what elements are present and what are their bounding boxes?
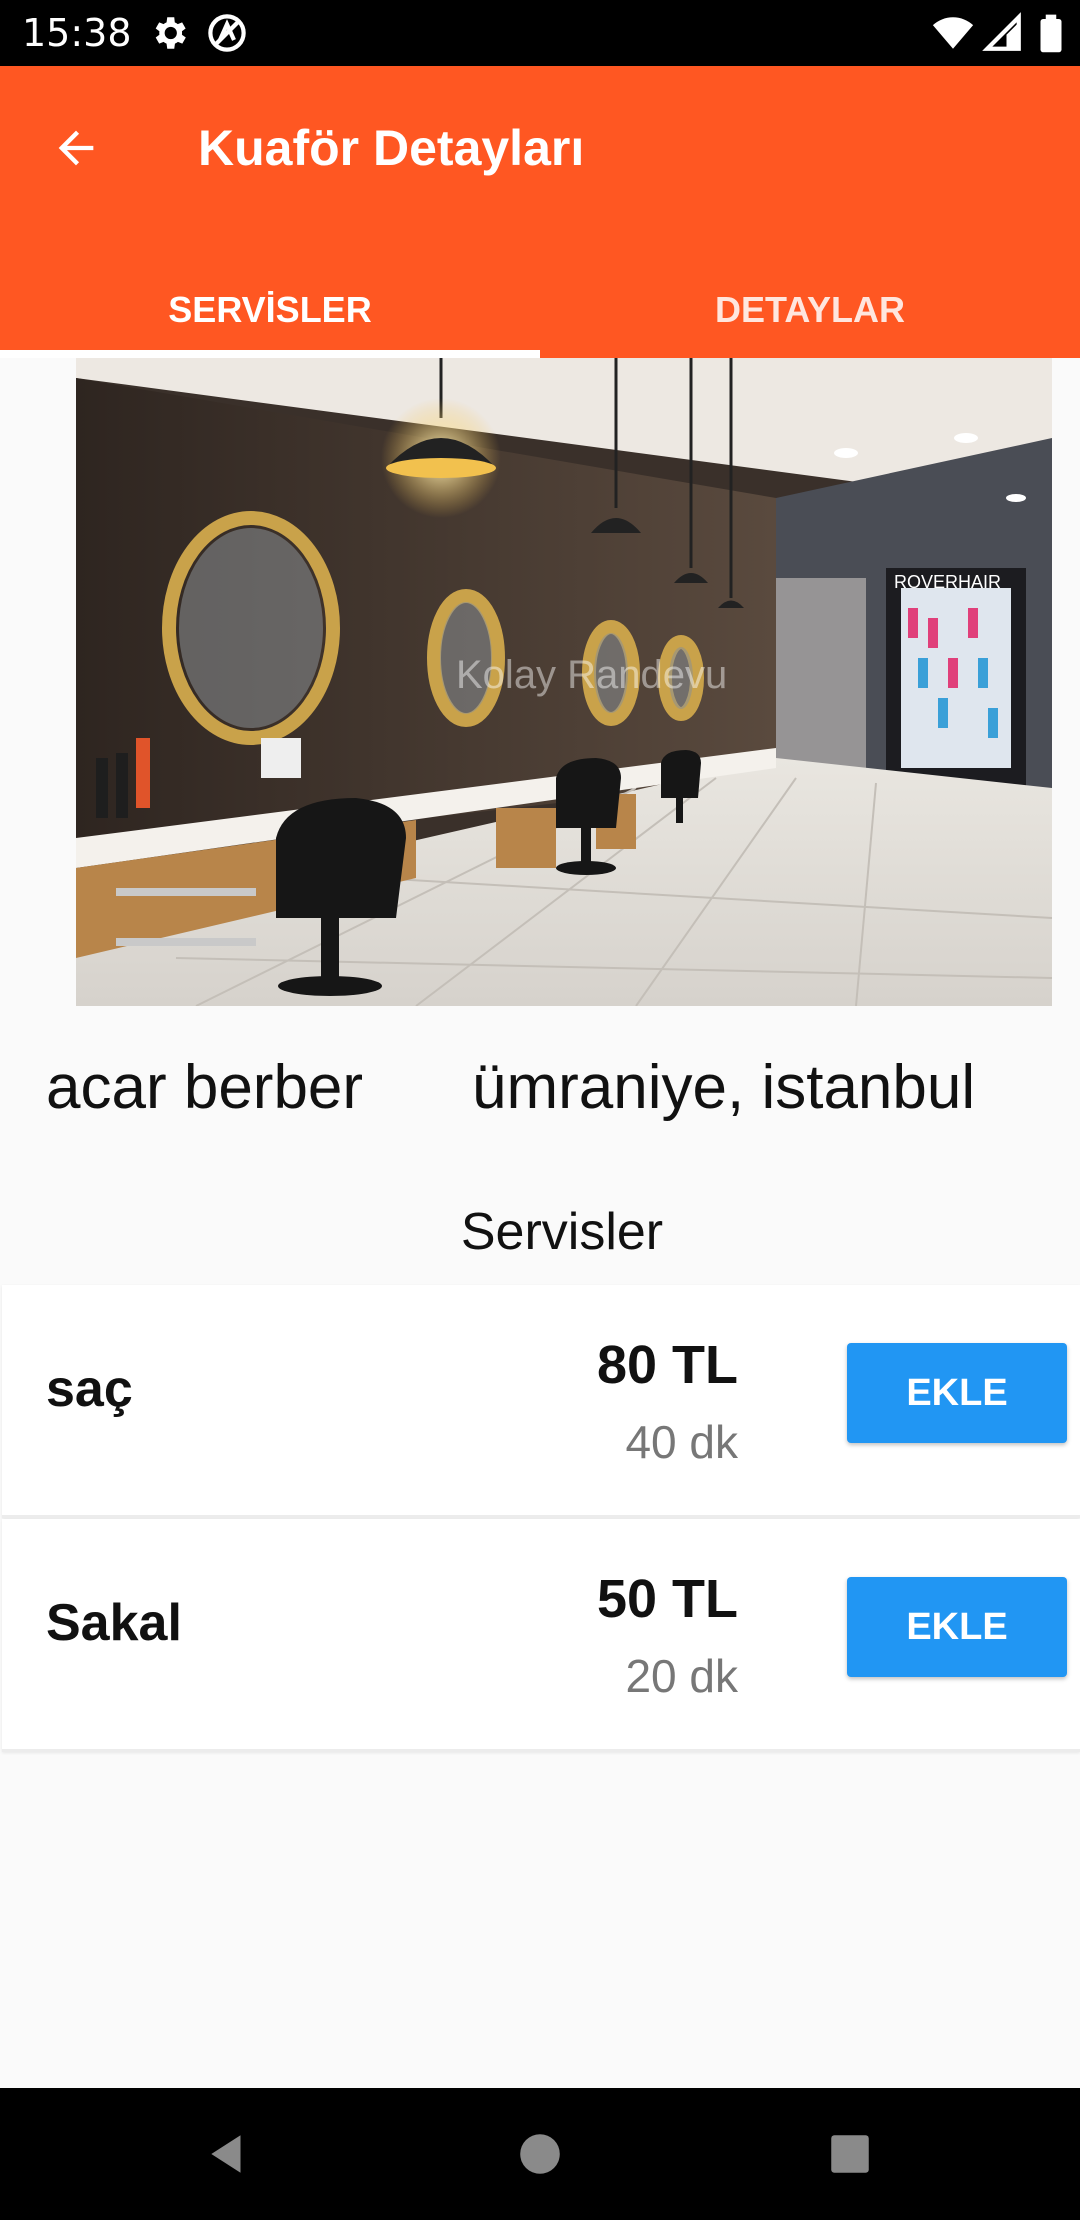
salon-location: ümraniye, istanbul — [472, 1053, 976, 1122]
service-name: Sakal — [46, 1594, 182, 1652]
arrow-left-icon — [58, 130, 94, 166]
tab-label: SERVİSLER — [168, 289, 372, 330]
add-service-button[interactable]: EKLE — [847, 1343, 1067, 1443]
service-duration: 40 dk — [625, 1416, 738, 1468]
battery-icon — [1040, 14, 1062, 53]
status-time: 15:38 — [22, 11, 132, 55]
image-watermark: Kolay Randevu — [456, 653, 727, 697]
app-bar: Kuaför Detayları SERVİSLER DETAYLAR — [0, 66, 1080, 358]
back-triangle-icon — [211, 2135, 241, 2173]
services-heading: Servisler — [460, 1203, 664, 1261]
salon-photo: ROVERHAIR Kolay Randevu — [76, 358, 1052, 1006]
tab-label: DETAYLAR — [714, 289, 906, 330]
gear-icon — [155, 17, 186, 49]
tab-detaylar[interactable]: DETAYLAR — [540, 262, 1080, 358]
home-circle-icon — [520, 2134, 560, 2174]
service-card-sac: saç 80 TL 40 dk EKLE — [2, 1285, 1080, 1518]
nav-back-button[interactable] — [196, 2122, 260, 2186]
service-duration: 20 dk — [625, 1650, 738, 1702]
signal-icon — [982, 12, 1021, 51]
salon-image: ROVERHAIR Kolay Randevu — [76, 358, 1052, 1006]
add-service-button[interactable]: EKLE — [847, 1577, 1067, 1677]
back-button[interactable] — [36, 108, 116, 188]
salon-name: acar berber — [46, 1053, 364, 1122]
service-name: saç — [46, 1360, 133, 1418]
nav-home-button[interactable] — [508, 2122, 572, 2186]
service-price: 50 TL — [596, 1569, 738, 1629]
navigation-bar — [0, 2088, 1080, 2220]
recents-square-icon — [831, 2135, 869, 2173]
status-bar: 15:38 — [0, 0, 1080, 66]
service-price: 80 TL — [596, 1335, 738, 1395]
wifi-icon — [932, 17, 974, 49]
page-title: Kuaför Detayları — [198, 120, 585, 176]
tab-servisler[interactable]: SERVİSLER — [0, 262, 540, 358]
tab-indicator — [0, 350, 540, 358]
image-sign-text: ROVERHAIR — [894, 572, 1001, 592]
nav-recents-button[interactable] — [818, 2122, 882, 2186]
circle-a-icon — [208, 14, 246, 52]
service-card-sakal: Sakal 50 TL 20 dk EKLE — [2, 1519, 1080, 1752]
